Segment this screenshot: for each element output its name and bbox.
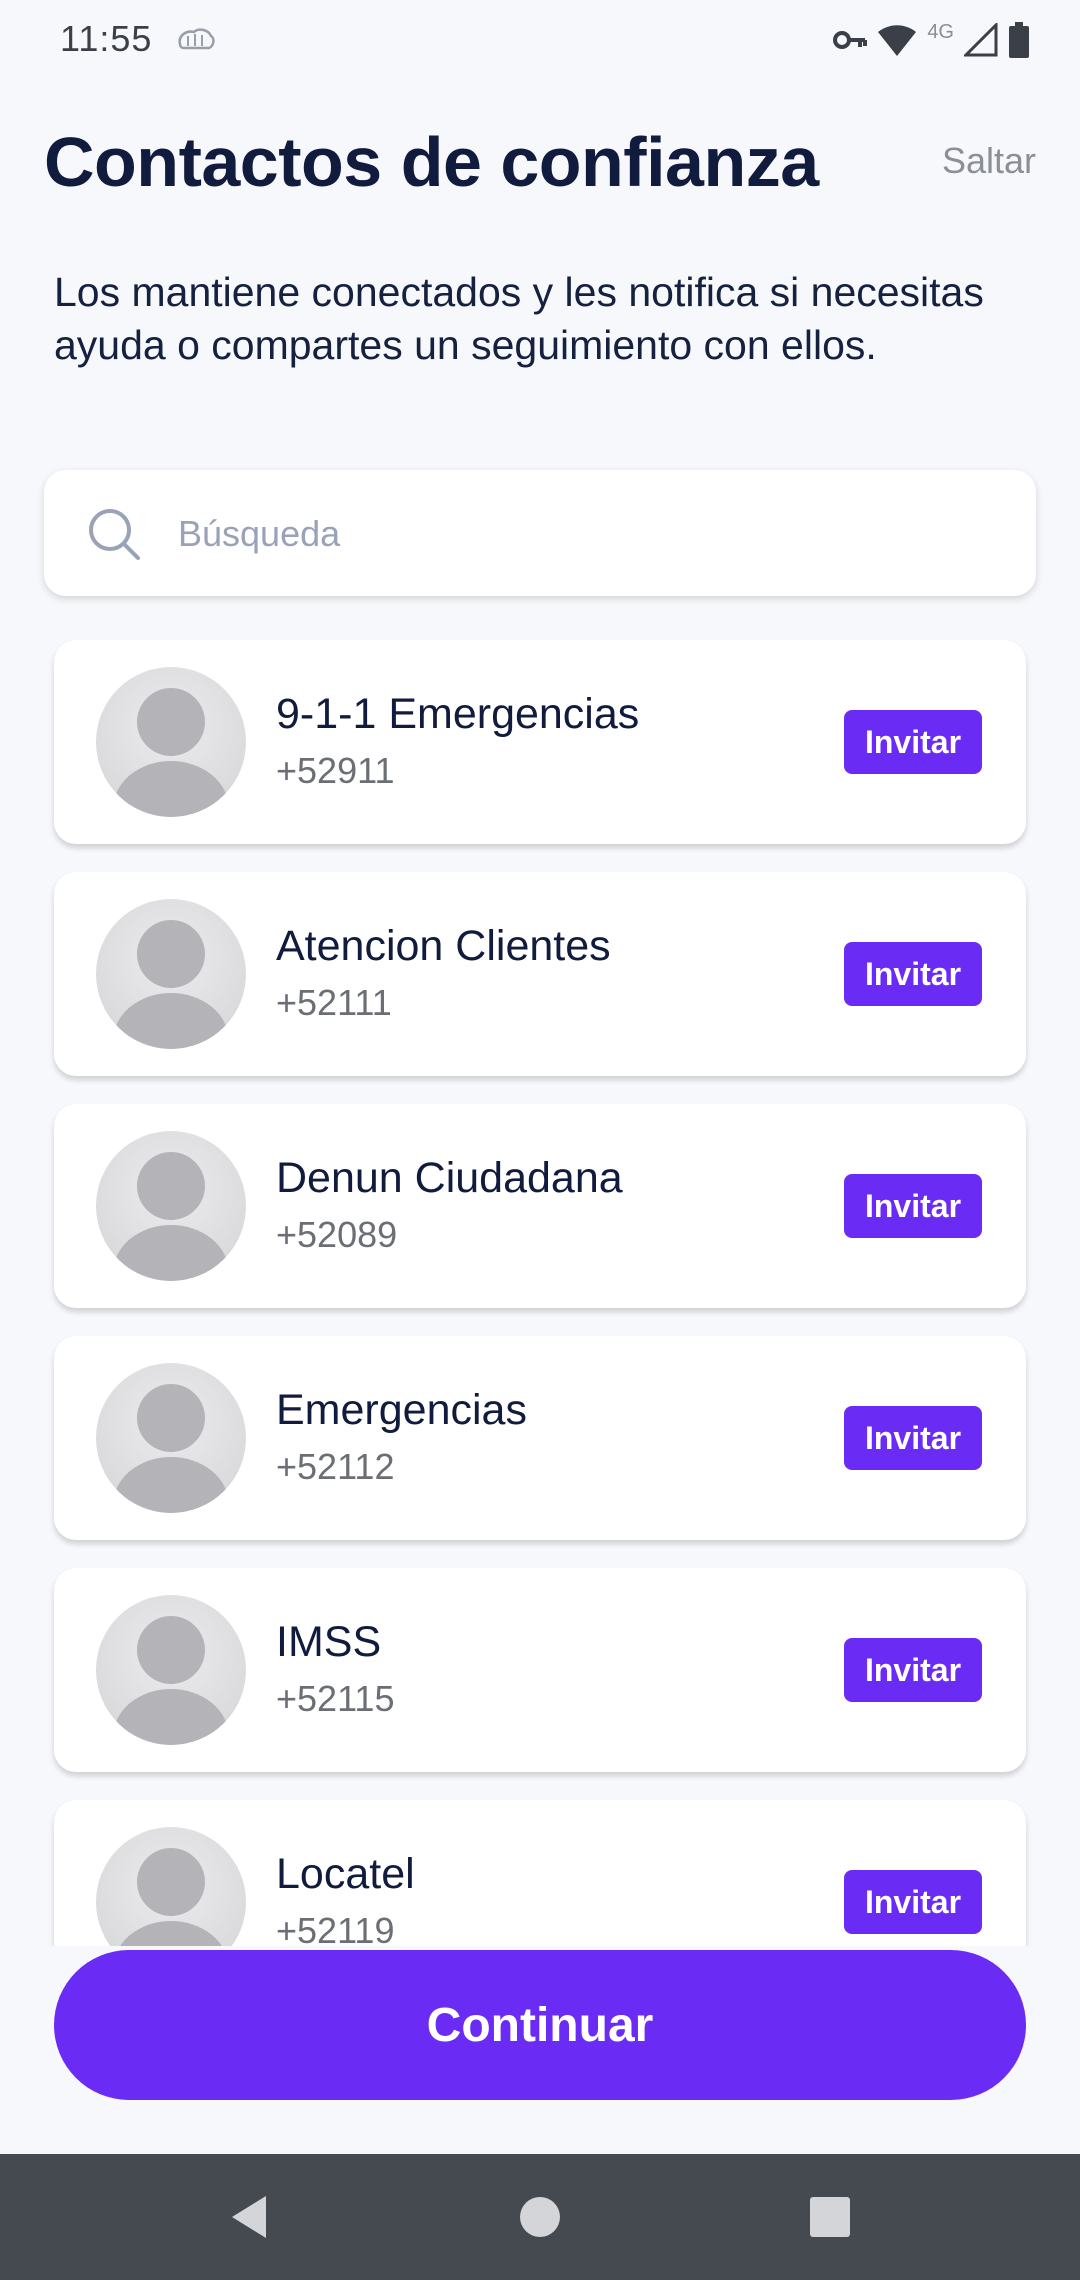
contact-name: IMSS xyxy=(276,1618,382,1666)
invite-button[interactable]: Invitar xyxy=(844,1870,982,1934)
contact-card: Emergencias +52112 Invitar xyxy=(54,1336,1026,1540)
brain-icon xyxy=(176,26,216,56)
contact-card: Atencion Clientes +52111 Invitar xyxy=(54,872,1026,1076)
contact-name: 9-1-1 Emergencias xyxy=(276,690,640,738)
home-icon[interactable] xyxy=(515,2192,565,2242)
search-icon xyxy=(86,506,142,562)
avatar xyxy=(96,1131,246,1281)
navigation-bar xyxy=(0,2154,1080,2280)
contact-phone: +52115 xyxy=(276,1678,395,1719)
avatar xyxy=(96,1363,246,1513)
invite-button[interactable]: Invitar xyxy=(844,710,982,774)
page-description: Los mantiene conectados y les notifica s… xyxy=(54,269,984,368)
contact-card: IMSS +52115 Invitar xyxy=(54,1568,1026,1772)
skip-button[interactable]: Saltar xyxy=(942,140,1036,182)
contact-phone: +52112 xyxy=(276,1446,395,1487)
contact-card: Locatel +52119 Invitar xyxy=(54,1800,1026,1946)
contact-phone: +52111 xyxy=(276,982,392,1023)
recents-icon[interactable] xyxy=(805,2192,855,2242)
wifi-icon xyxy=(877,23,917,57)
status-time: 11:55 xyxy=(60,18,153,59)
contact-list[interactable]: 9-1-1 Emergencias +52911 Invitar Atencio… xyxy=(0,640,1080,1946)
contact-phone: +52089 xyxy=(276,1214,398,1255)
invite-button[interactable]: Invitar xyxy=(844,1638,982,1702)
invite-button[interactable]: Invitar xyxy=(844,942,982,1006)
back-icon[interactable] xyxy=(226,2192,276,2242)
search-input[interactable] xyxy=(176,498,1000,570)
contact-phone: +52911 xyxy=(276,750,395,791)
avatar xyxy=(96,1595,246,1745)
avatar xyxy=(96,899,246,1049)
contact-name: Emergencias xyxy=(276,1386,527,1434)
status-icons: 4G xyxy=(833,20,1030,60)
contact-phone: +52119 xyxy=(276,1910,395,1946)
avatar xyxy=(96,667,246,817)
signal-icon xyxy=(964,23,998,57)
contact-card: 9-1-1 Emergencias +52911 Invitar xyxy=(54,640,1026,844)
network-type: 4G xyxy=(927,20,954,43)
contact-name: Atencion Clientes xyxy=(276,922,611,970)
invite-button[interactable]: Invitar xyxy=(844,1406,982,1470)
avatar xyxy=(96,1827,246,1946)
contact-name: Denun Ciudadana xyxy=(276,1154,623,1202)
battery-icon xyxy=(1008,22,1030,58)
vpn-key-icon xyxy=(833,29,868,51)
search-box[interactable] xyxy=(44,470,1036,596)
status-bar: 11:55 4G xyxy=(0,0,1080,80)
page-title: Contactos de confianza xyxy=(44,123,819,201)
contact-name: Locatel xyxy=(276,1850,415,1898)
contact-card: Denun Ciudadana +52089 Invitar xyxy=(54,1104,1026,1308)
invite-button[interactable]: Invitar xyxy=(844,1174,982,1238)
continue-button[interactable]: Continuar xyxy=(54,1950,1026,2100)
